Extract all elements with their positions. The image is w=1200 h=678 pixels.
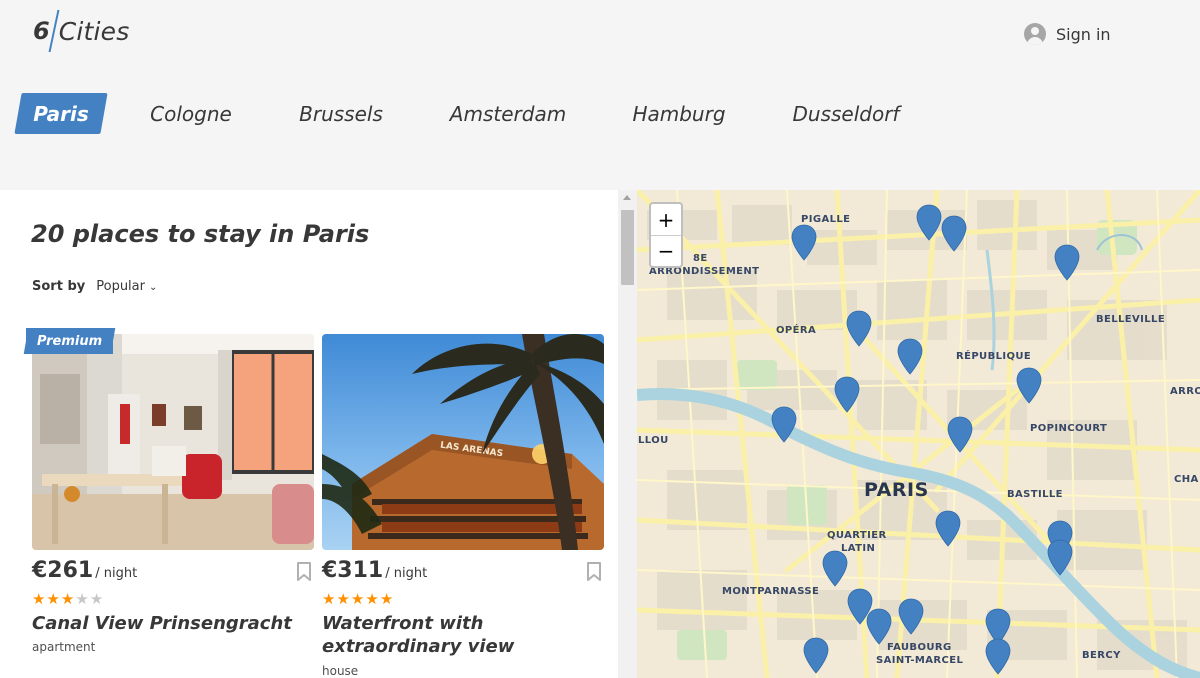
zoom-in-button[interactable]: + xyxy=(651,204,681,235)
star-icon: ★ xyxy=(379,590,395,608)
tab-label: Brussels xyxy=(299,101,383,126)
hotel-with-palm-tree-photo[interactable]: LAS ARENAS xyxy=(322,334,604,550)
map-label-opera: OPÉRA xyxy=(776,325,817,336)
zoom-controls: + − xyxy=(649,202,683,268)
tab-label: Paris xyxy=(33,101,89,126)
map-pin-icon[interactable] xyxy=(803,637,829,674)
rating-stars: ★★★★★ xyxy=(322,590,394,608)
place-type: apartment xyxy=(32,640,96,654)
sort-value: Popular xyxy=(96,279,145,294)
price-value: €311 xyxy=(322,558,384,583)
star-icon: ★ xyxy=(75,590,90,608)
map-label-paris: PARIS xyxy=(864,479,929,501)
rating-stars: ★★★★★ xyxy=(32,590,104,608)
tab-brussels[interactable]: Brussels xyxy=(290,93,392,134)
map-pin-icon[interactable] xyxy=(935,510,961,547)
map-pin-icon[interactable] xyxy=(897,338,923,375)
star-icon: ★ xyxy=(32,590,47,608)
tab-amsterdam[interactable]: Amsterdam xyxy=(446,93,570,134)
map-label-montparnasse: MONTPARNASSE xyxy=(722,586,820,597)
logo-number: 6 xyxy=(33,17,50,45)
map-label-bastille: BASTILLE xyxy=(1007,489,1063,500)
tab-label: Dusseldorf xyxy=(792,101,900,126)
map-label-quartier: QUARTIER xyxy=(827,530,887,541)
places-title: 20 places to stay in Paris xyxy=(31,220,370,248)
map-label-8e: 8E xyxy=(693,253,708,264)
map-pin-icon[interactable] xyxy=(771,406,797,443)
map-pin-icon[interactable] xyxy=(834,376,860,413)
place-name[interactable]: Waterfront with extraordinary view xyxy=(322,612,604,658)
chevron-down-icon: ⌄ xyxy=(148,282,158,293)
star-icon: ★ xyxy=(336,590,351,608)
star-icon: ★ xyxy=(89,590,105,608)
sign-in-link[interactable]: Sign in xyxy=(1024,22,1111,46)
scroll-thumb[interactable] xyxy=(621,210,634,285)
map-label-faubourg: FAUBOURG xyxy=(887,642,952,653)
map-pin-icon[interactable] xyxy=(822,550,848,587)
star-icon: ★ xyxy=(365,590,380,608)
map-pin-icon[interactable] xyxy=(916,204,942,241)
tab-label: Hamburg xyxy=(632,101,726,126)
tab-label: Amsterdam xyxy=(449,101,567,126)
map-pin-icon[interactable] xyxy=(791,224,817,261)
map-label-bercy: BERCY xyxy=(1082,650,1121,661)
scroll-up-arrow-icon[interactable] xyxy=(623,195,631,200)
site-header: 6 Cities Sign in xyxy=(0,0,1200,70)
star-icon: ★ xyxy=(46,590,61,608)
price-unit: / night xyxy=(385,566,428,581)
map-label-arro: ARRO xyxy=(1170,386,1200,397)
map-pin-icon[interactable] xyxy=(941,215,967,252)
map-pin-icon[interactable] xyxy=(846,310,872,347)
map-label-republique: RÉPUBLIQUE xyxy=(956,351,1032,362)
tab-cologne[interactable]: Cologne xyxy=(140,93,242,134)
tab-paris[interactable]: Paris xyxy=(18,93,104,134)
price-unit: / night xyxy=(95,566,138,581)
price: €261 / night xyxy=(32,558,137,583)
star-icon: ★ xyxy=(322,590,337,608)
sign-in-label: Sign in xyxy=(1056,24,1111,44)
city-tabs: Paris Cologne Brussels Amsterdam Hamburg… xyxy=(0,70,1200,190)
tab-hamburg[interactable]: Hamburg xyxy=(628,93,730,134)
user-avatar-icon xyxy=(1024,23,1046,45)
logo-word: Cities xyxy=(58,16,130,46)
map-pin-icon[interactable] xyxy=(1054,244,1080,281)
place-type: house xyxy=(322,664,359,678)
logo-slash xyxy=(48,10,60,52)
tab-dusseldorf[interactable]: Dusseldorf xyxy=(786,93,906,134)
map-label-popincourt: POPINCOURT xyxy=(1030,423,1108,434)
price: €311 / night xyxy=(322,558,427,583)
list-scrollbar[interactable] xyxy=(618,190,637,678)
logo[interactable]: 6 Cities xyxy=(33,9,129,53)
map-pin-icon[interactable] xyxy=(898,598,924,635)
map-pin-icon[interactable] xyxy=(866,608,892,645)
tab-label: Cologne xyxy=(150,101,232,126)
zoom-out-button[interactable]: − xyxy=(651,235,681,266)
map-pin-icon[interactable] xyxy=(1047,539,1073,576)
map-label-saint-marcel: SAINT-MARCEL xyxy=(876,655,964,666)
sort-control: Sort by Popular ⌄ xyxy=(32,279,157,294)
map-label-llou: LLOU xyxy=(638,435,669,446)
sort-label: Sort by xyxy=(32,279,86,294)
map-label-cha: CHA xyxy=(1174,474,1199,485)
map-pin-icon[interactable] xyxy=(985,638,1011,675)
sort-select[interactable]: Popular ⌄ xyxy=(96,279,157,294)
star-icon: ★ xyxy=(350,590,366,608)
city-map[interactable]: + − PIGALLE 8E ARRONDISSEMENT OPÉRA RÉPU… xyxy=(637,190,1200,678)
premium-badge: Premium xyxy=(26,328,114,354)
map-label-belleville: BELLEVILLE xyxy=(1096,314,1166,325)
bookmark-icon[interactable] xyxy=(296,562,312,582)
apartment-interior-photo[interactable] xyxy=(32,334,314,550)
price-value: €261 xyxy=(32,558,94,583)
places-list-panel: 20 places to stay in Paris Sort by Popul… xyxy=(0,190,618,678)
bookmark-icon[interactable] xyxy=(586,562,602,582)
star-icon: ★ xyxy=(60,590,76,608)
place-name[interactable]: Canal View Prinsengracht xyxy=(32,612,314,635)
map-pin-icon[interactable] xyxy=(1016,367,1042,404)
map-pin-icon[interactable] xyxy=(947,416,973,453)
